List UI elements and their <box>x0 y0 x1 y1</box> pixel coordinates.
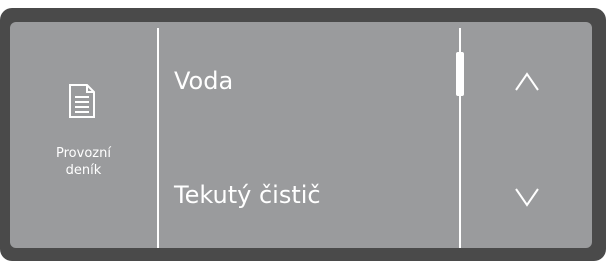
document-icon <box>69 84 95 118</box>
operating-log-label-line1: Provozní <box>56 146 111 161</box>
operating-log-button[interactable]: Provozní deník <box>10 22 157 248</box>
operating-log-label-line2: deník <box>65 163 102 178</box>
menu-item-water[interactable]: Voda <box>174 66 233 96</box>
device-frame: Provozní deník Voda Tekutý čistič <box>0 0 606 261</box>
menu-item-liquid-cleaner[interactable]: Tekutý čistič <box>174 180 321 210</box>
chevron-down-icon <box>515 188 539 207</box>
left-divider <box>157 28 159 248</box>
display-screen: Provozní deník Voda Tekutý čistič <box>10 22 592 248</box>
chevron-up-icon <box>515 72 539 91</box>
scroll-up-button[interactable] <box>462 32 592 132</box>
scroll-down-button[interactable] <box>462 147 592 247</box>
